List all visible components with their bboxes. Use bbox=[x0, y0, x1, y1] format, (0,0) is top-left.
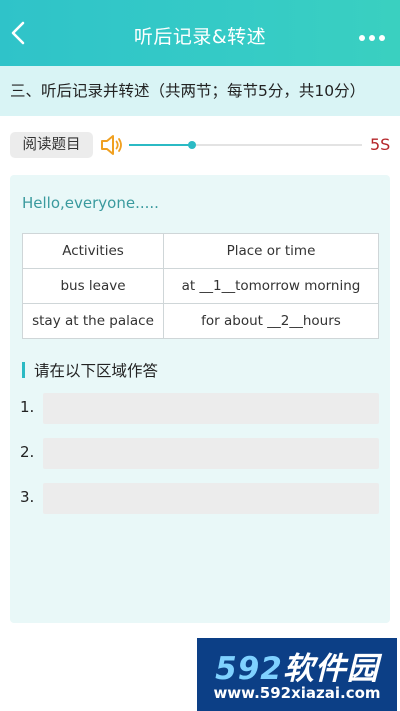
answer-number: 1. bbox=[20, 398, 35, 416]
read-question-button[interactable]: 阅读题目 bbox=[10, 132, 93, 158]
audio-progress-track[interactable] bbox=[129, 141, 362, 149]
more-button[interactable] bbox=[358, 28, 388, 41]
answer-input-3[interactable] bbox=[43, 483, 379, 514]
audio-timer: 5S bbox=[370, 135, 391, 154]
section-title: 三、听后记录并转述（共两节；每节5分，共10分） bbox=[0, 66, 400, 116]
audio-progress-handle[interactable] bbox=[187, 141, 196, 149]
app-header: 听后记录&转述 bbox=[0, 0, 400, 66]
answer-number: 2. bbox=[20, 443, 35, 461]
table-header-row: Activities Place or time bbox=[22, 233, 379, 269]
table-cell: at __1__tomorrow morning bbox=[163, 268, 379, 304]
speaker-icon bbox=[101, 135, 122, 155]
speaker-button[interactable] bbox=[99, 132, 125, 158]
notes-table: Activities Place or time bus leave at __… bbox=[22, 233, 379, 339]
table-row: bus leave at __1__tomorrow morning bbox=[22, 268, 379, 304]
answer-input-1[interactable] bbox=[43, 393, 379, 424]
answer-input-2[interactable] bbox=[43, 438, 379, 469]
table-cell: bus leave bbox=[22, 268, 164, 304]
table-header-cell: Activities bbox=[22, 233, 164, 269]
question-card: Hello,everyone..... Activities Place or … bbox=[10, 175, 390, 623]
watermark-url: www.592xiazai.com bbox=[213, 684, 381, 702]
answer-number: 3. bbox=[20, 488, 35, 506]
more-dots-icon bbox=[359, 35, 385, 41]
table-cell: for about __2__hours bbox=[163, 303, 379, 339]
page-title: 听后记录&转述 bbox=[133, 26, 267, 48]
answer-item: 1. bbox=[20, 393, 380, 424]
answer-item: 3. bbox=[20, 483, 380, 514]
table-header-cell: Place or time bbox=[163, 233, 379, 269]
watermark-brand: 592软件园 bbox=[215, 651, 379, 687]
audio-player: 阅读题目 5S bbox=[0, 130, 400, 160]
audio-progress-fill bbox=[129, 144, 192, 146]
passage-intro: Hello,everyone..... bbox=[22, 194, 159, 212]
answer-area-heading: 请在以下区域作答 bbox=[22, 359, 158, 381]
table-row: stay at the palace for about __2__hours bbox=[22, 303, 379, 339]
watermark-logo: 592软件园 www.592xiazai.com bbox=[197, 638, 397, 711]
table-cell: stay at the palace bbox=[22, 303, 164, 339]
answer-item: 2. bbox=[20, 438, 380, 469]
